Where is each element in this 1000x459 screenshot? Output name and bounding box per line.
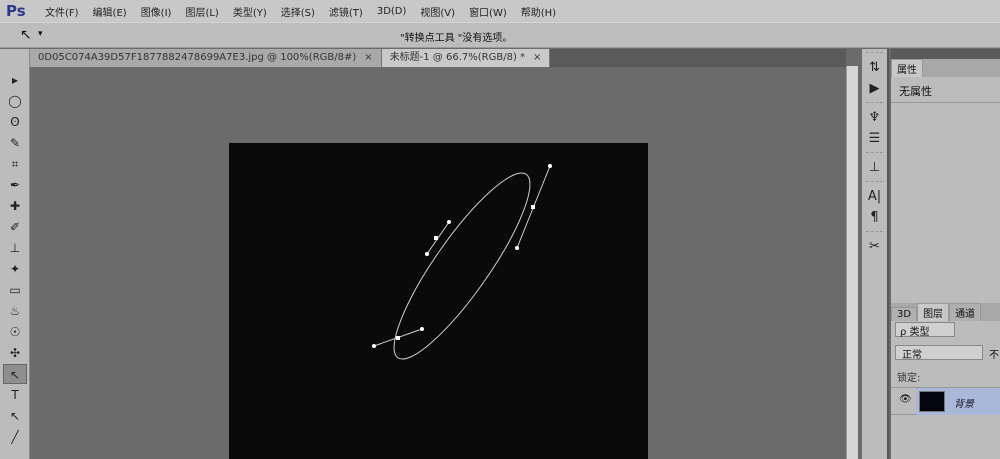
brush-presets-icon[interactable]: ♆ (862, 107, 887, 128)
history-icon[interactable]: ⇅ (862, 57, 887, 78)
layer-name[interactable]: 背景 (954, 395, 974, 410)
anchor-point (434, 236, 438, 240)
collapsed-panels: ⇅ ▶ ♆ ☰ ⊥ A| ¶ ✂ (862, 49, 889, 459)
vertical-scrollbar[interactable] (846, 66, 858, 459)
character-icon[interactable]: A| (862, 186, 887, 207)
actions-play-icon[interactable]: ▶ (862, 78, 887, 99)
clone-source-icon[interactable]: ⊥ (862, 157, 887, 178)
elliptical-path (393, 172, 531, 360)
direction-handle (425, 252, 429, 256)
tool-presets-icon[interactable]: ✂ (862, 236, 887, 257)
lock-label: 锁定: (897, 373, 921, 384)
direction-handle (548, 164, 552, 168)
layer-row-background[interactable]: 背景 (916, 388, 1000, 415)
layer-filter-select[interactable]: ρ 类型 (895, 322, 955, 338)
no-properties-text: 无属性 (891, 77, 1000, 103)
direction-handle (420, 327, 424, 331)
properties-panel: 属性 无属性 3D 图层 通道 ρ 类型 正常 不 锁定: 👁 背景 (891, 49, 1000, 459)
anchor-point (531, 205, 535, 209)
paragraph-icon[interactable]: ¶ (862, 207, 887, 228)
tab-3d[interactable]: 3D (891, 307, 918, 321)
opacity-label: 不 (989, 350, 999, 361)
brush-settings-icon[interactable]: ☰ (862, 128, 887, 149)
visibility-eye-icon[interactable]: 👁 (899, 394, 912, 405)
direction-handle (447, 220, 451, 224)
tab-channels[interactable]: 通道 (949, 303, 982, 321)
blend-mode-select[interactable]: 正常 (895, 345, 983, 361)
layer-thumbnail (919, 391, 945, 412)
tab-properties[interactable]: 属性 (891, 59, 923, 77)
tab-layers[interactable]: 图层 (917, 303, 950, 321)
direction-handle (515, 246, 519, 250)
direction-handle (372, 344, 376, 348)
anchor-point (396, 336, 400, 340)
